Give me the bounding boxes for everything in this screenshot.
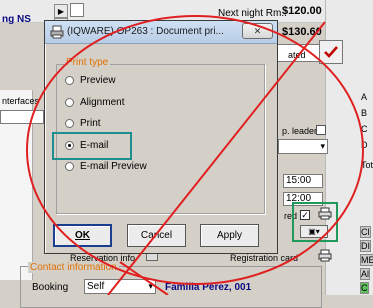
annotation-strike-line (107, 21, 326, 295)
annotation-strike-line-2 (119, 261, 169, 295)
annotation-overlay (26, 15, 364, 295)
annotation-circle (26, 15, 364, 285)
